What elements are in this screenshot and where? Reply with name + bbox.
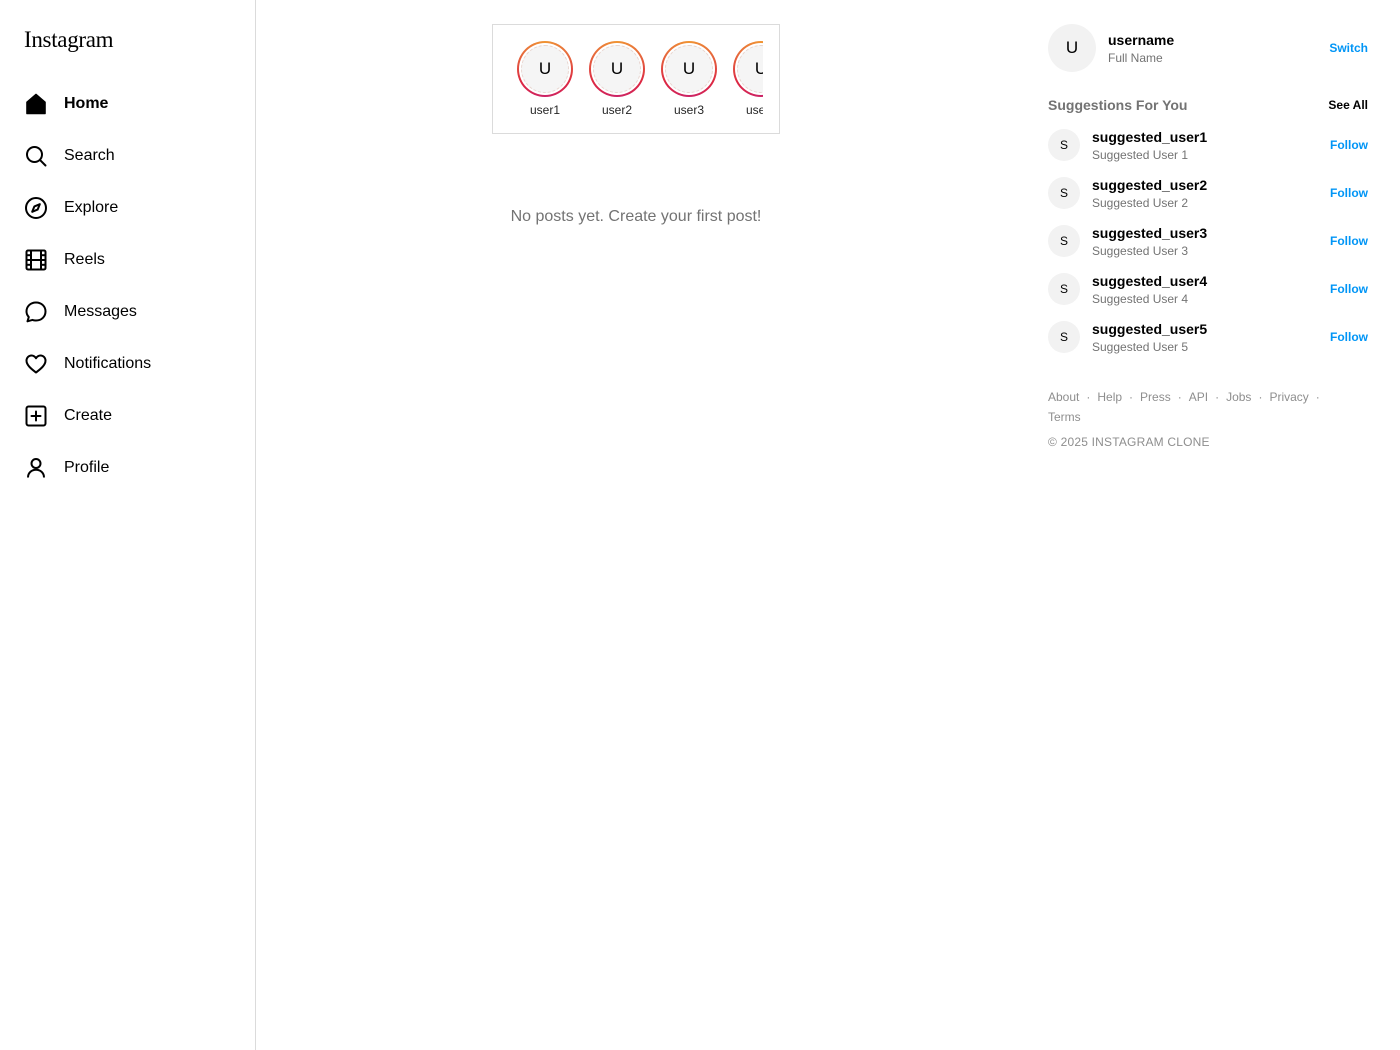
story-ring: U xyxy=(589,41,645,97)
suggested-name: Suggested User 2 xyxy=(1092,195,1189,210)
story-item[interactable]: U user1 xyxy=(509,41,581,121)
footer-link-api[interactable]: API xyxy=(1189,390,1208,404)
sidebar-item-home[interactable]: Home xyxy=(12,78,244,130)
avatar[interactable]: S xyxy=(1048,129,1080,161)
empty-feed-message: No posts yet. Create your first post! xyxy=(510,208,762,225)
sidebar-item-messages[interactable]: Messages xyxy=(12,286,244,338)
list-item: S suggested_user2 Suggested User 2 Follo… xyxy=(1048,169,1368,217)
suggestions-list: S suggested_user1 Suggested User 1 Follo… xyxy=(1048,121,1368,361)
story-username: user3 xyxy=(673,103,705,117)
suggested-username[interactable]: suggested_user2 xyxy=(1092,177,1330,193)
copyright: © 2025 INSTAGRAM CLONE xyxy=(1048,435,1210,449)
list-item: S suggested_user5 Suggested User 5 Follo… xyxy=(1048,313,1368,361)
sidebar-item-notifications[interactable]: Notifications xyxy=(12,338,244,390)
sidebar-item-search[interactable]: Search xyxy=(12,130,244,182)
avatar: U xyxy=(521,45,569,93)
sidebar-item-label: Search xyxy=(64,147,115,164)
suggested-name: Suggested User 4 xyxy=(1092,291,1189,306)
search-icon xyxy=(24,144,48,168)
sidebar-item-label: Notifications xyxy=(64,355,152,372)
suggested-username[interactable]: suggested_user1 xyxy=(1092,129,1330,145)
footer-link-privacy[interactable]: Privacy xyxy=(1269,390,1308,404)
suggestions-title: Suggestions For You xyxy=(1048,97,1188,113)
footer-separator: · xyxy=(1129,390,1134,404)
avatar[interactable]: S xyxy=(1048,225,1080,257)
avatar[interactable]: S xyxy=(1048,177,1080,209)
compass-icon xyxy=(24,196,48,220)
see-all-button[interactable]: See All xyxy=(1328,98,1368,112)
user-icon xyxy=(24,456,48,480)
avatar: U xyxy=(593,45,641,93)
home-icon xyxy=(24,92,48,116)
story-item[interactable]: U user3 xyxy=(653,41,725,121)
instagram-logo[interactable]: Instagram xyxy=(24,27,114,53)
suggested-username[interactable]: suggested_user5 xyxy=(1092,321,1330,337)
avatar[interactable]: S xyxy=(1048,273,1080,305)
app-root: Instagram Home Search Explore Reels Mess… xyxy=(0,0,1400,1050)
story-ring: U xyxy=(733,41,763,97)
stories-tray: U user1 U user2 U user3 U user4 xyxy=(492,24,780,134)
footer-separator: · xyxy=(1315,390,1320,404)
avatar: U xyxy=(665,45,713,93)
suggestions-header: Suggestions For You See All xyxy=(1048,97,1368,113)
footer-link-terms[interactable]: Terms xyxy=(1048,410,1081,424)
story-username: user4 xyxy=(745,103,763,117)
follow-button[interactable]: Follow xyxy=(1330,186,1368,200)
footer-separator: · xyxy=(1086,390,1091,404)
sidebar-item-reels[interactable]: Reels xyxy=(12,234,244,286)
follow-button[interactable]: Follow xyxy=(1330,234,1368,248)
suggested-username[interactable]: suggested_user3 xyxy=(1092,225,1330,241)
stories-track[interactable]: U user1 U user2 U user3 U user4 xyxy=(509,41,763,121)
story-item[interactable]: U user4 xyxy=(725,41,763,121)
footer-link-about[interactable]: About xyxy=(1048,390,1079,404)
list-item: S suggested_user3 Suggested User 3 Follo… xyxy=(1048,217,1368,265)
footer-link-help[interactable]: Help xyxy=(1097,390,1122,404)
story-username: user2 xyxy=(601,103,633,117)
reels-icon xyxy=(24,248,48,272)
footer-links: About · Help · Press · API · Jobs · Privacy · Terms xyxy=(1048,387,1348,427)
suggested-username[interactable]: suggested_user4 xyxy=(1092,273,1330,289)
switch-account-button[interactable]: Switch xyxy=(1329,41,1368,55)
sidebar-item-profile[interactable]: Profile xyxy=(12,442,244,494)
story-ring: U xyxy=(661,41,717,97)
sidebar-item-explore[interactable]: Explore xyxy=(12,182,244,234)
story-username: user1 xyxy=(529,103,561,117)
current-user-card: U username Full Name Switch xyxy=(1048,24,1368,72)
suggested-name: Suggested User 5 xyxy=(1092,339,1189,354)
footer-link-jobs[interactable]: Jobs xyxy=(1226,390,1251,404)
footer-link-press[interactable]: Press xyxy=(1140,390,1171,404)
list-item: S suggested_user4 Suggested User 4 Follo… xyxy=(1048,265,1368,313)
sidebar-item-label: Home xyxy=(64,95,109,112)
sidebar-item-label: Create xyxy=(64,407,113,424)
suggested-name: Suggested User 1 xyxy=(1092,147,1189,162)
sidebar-item-label: Profile xyxy=(64,459,110,476)
footer-separator: · xyxy=(1177,390,1182,404)
suggested-name: Suggested User 3 xyxy=(1092,243,1189,258)
follow-button[interactable]: Follow xyxy=(1330,330,1368,344)
list-item: S suggested_user1 Suggested User 1 Follo… xyxy=(1048,121,1368,169)
sidebar-item-label: Reels xyxy=(64,251,105,268)
follow-button[interactable]: Follow xyxy=(1330,282,1368,296)
sidebar-item-label: Explore xyxy=(64,199,119,216)
message-icon xyxy=(24,300,48,324)
heart-icon xyxy=(24,352,48,376)
sidebar: Instagram Home Search Explore Reels Mess… xyxy=(0,0,256,1050)
sidebar-item-create[interactable]: Create xyxy=(12,390,244,442)
follow-button[interactable]: Follow xyxy=(1330,138,1368,152)
footer-separator: · xyxy=(1258,390,1263,404)
current-full-name: Full Name xyxy=(1108,50,1163,65)
avatar[interactable]: S xyxy=(1048,321,1080,353)
story-ring: U xyxy=(517,41,573,97)
right-panel: U username Full Name Switch Suggestions … xyxy=(1048,24,1368,449)
story-item[interactable]: U user2 xyxy=(581,41,653,121)
current-username[interactable]: username xyxy=(1108,32,1329,48)
footer-separator: · xyxy=(1215,390,1220,404)
avatar[interactable]: U xyxy=(1048,24,1096,72)
plus-square-icon xyxy=(24,404,48,428)
sidebar-nav: Home Search Explore Reels Messages Notif… xyxy=(12,78,244,494)
sidebar-item-label: Messages xyxy=(64,303,137,320)
avatar: U xyxy=(737,45,763,93)
